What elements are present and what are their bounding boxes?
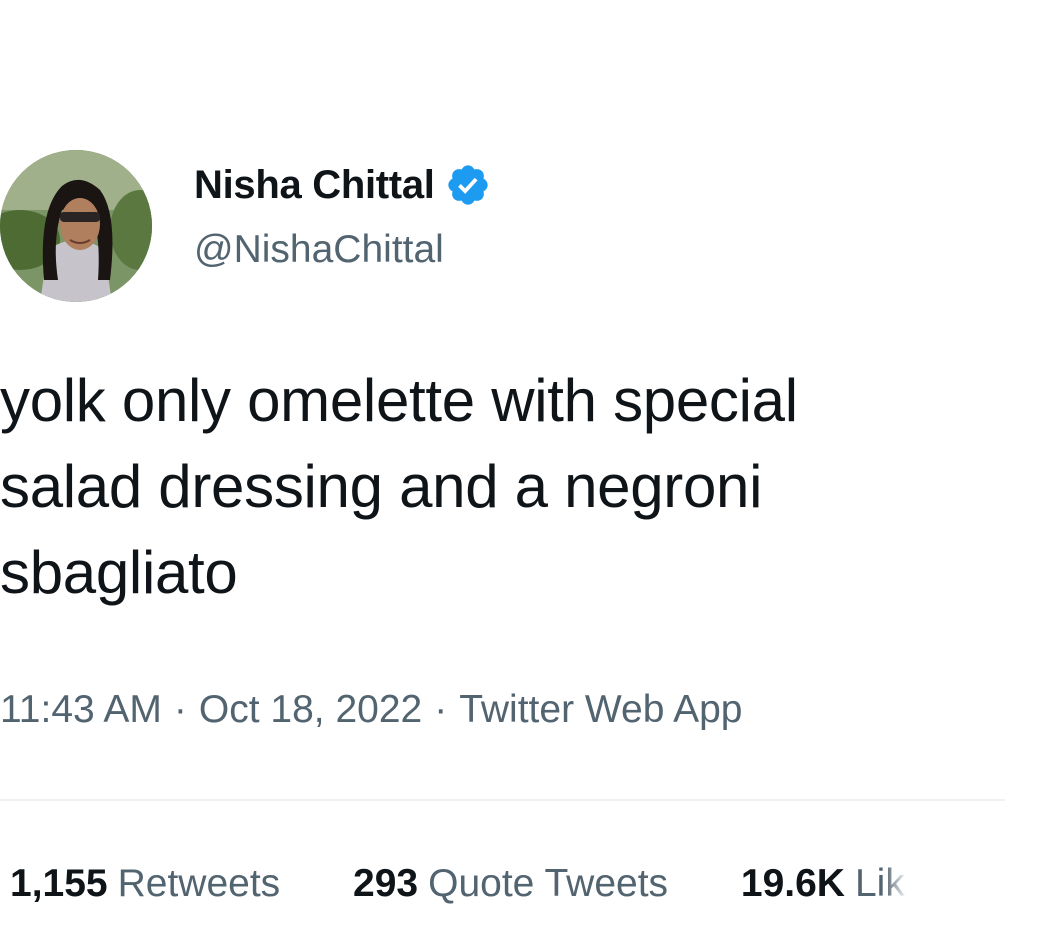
tweet-card: Nisha Chittal @NishaChittal yolk only om… (0, 0, 1060, 933)
author-handle[interactable]: @NishaChittal (194, 228, 444, 272)
likes-label: Lik (854, 862, 905, 905)
avatar[interactable] (0, 150, 152, 302)
tweet-text-line: salad dressing and a negroni (0, 453, 763, 520)
likes-count: 19.6K (740, 862, 845, 905)
retweets-label: Retweets (117, 862, 281, 905)
tweet-date[interactable]: Oct 18, 2022 (199, 688, 422, 731)
meta-separator: · (434, 688, 448, 731)
verified-badge-icon (445, 162, 491, 208)
tweet-stats: 1,155 Retweets 293 Quote Tweets 19.6K Lik (10, 862, 967, 906)
retweets-count: 1,155 (10, 862, 108, 905)
tweet-time[interactable]: 11:43 AM (0, 688, 162, 731)
meta-separator: · (173, 688, 187, 731)
likes-stat[interactable]: 19.6K Lik (741, 862, 905, 906)
quote-tweets-count: 293 (353, 862, 419, 905)
tweet-source[interactable]: Twitter Web App (459, 688, 742, 731)
quote-tweets-label: Quote Tweets (428, 862, 669, 905)
retweets-stat[interactable]: 1,155 Retweets (10, 862, 280, 906)
avatar-image (0, 150, 152, 302)
divider (0, 799, 1005, 801)
author-display-name[interactable]: Nisha Chittal (194, 163, 435, 208)
tweet-metadata: 11:43 AM · Oct 18, 2022 · Twitter Web App (0, 688, 742, 732)
tweet-text-line: yolk only omelette with special (0, 367, 798, 434)
tweet-text-line: sbagliato (0, 539, 238, 606)
quote-tweets-stat[interactable]: 293 Quote Tweets (353, 862, 668, 906)
tweet-text: yolk only omelette with special salad dr… (0, 358, 1060, 616)
author-name-row: Nisha Chittal (194, 160, 491, 210)
